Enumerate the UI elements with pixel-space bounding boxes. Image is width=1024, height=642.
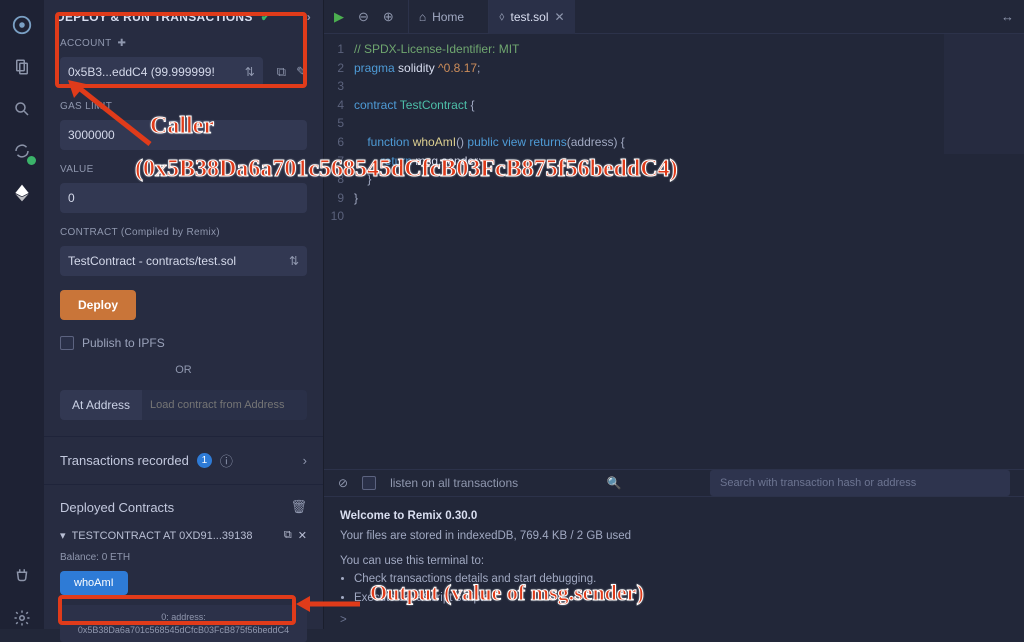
panel-title: DEPLOY & RUN TRANSACTIONS [56, 10, 253, 24]
contract-select[interactable]: TestContract - contracts/test.sol ⇅ [60, 246, 307, 276]
no-bug-icon[interactable]: ⊘ [338, 476, 348, 490]
tab-home[interactable]: ⌂ Home [408, 0, 474, 34]
account-select[interactable]: 0x5B3...eddC4 (99.999999! ⇅ [60, 57, 263, 87]
deployed-contract-name: TESTCONTRACT AT 0XD91...39138 [72, 530, 253, 542]
search-icon[interactable]: 🔍 [607, 476, 622, 490]
tab-file-label: test.sol [510, 10, 548, 24]
file-explorer-icon[interactable] [11, 56, 33, 78]
account-label: ACCOUNT [60, 38, 112, 49]
run-icon[interactable]: ▶ [334, 9, 344, 25]
function-output: 0: address: 0x5B38Da6a701c568545dCfcB03F… [60, 605, 307, 642]
trash-icon[interactable]: 🗑 [290, 499, 307, 515]
solidity-icon: ⬨ [499, 9, 504, 24]
value-label: VALUE [60, 164, 307, 175]
chevron-updown-icon: ⇅ [245, 65, 255, 79]
info-icon[interactable]: ⓘ [220, 451, 233, 470]
code-editor[interactable]: 12345678910 // SPDX-License-Identifier: … [324, 34, 1024, 469]
chevron-right-icon[interactable]: › [307, 10, 311, 24]
edit-icon[interactable]: ✎ [296, 64, 307, 80]
listen-checkbox[interactable] [362, 476, 376, 490]
gaslimit-label: GAS LIMIT [60, 101, 307, 112]
terminal-storage: Your files are stored in indexedDB, 769.… [340, 527, 1008, 545]
check-icon: ✔ [261, 10, 271, 24]
copy-icon[interactable]: ⧉ [284, 529, 292, 542]
zoom-in-icon[interactable]: ⊕ [383, 9, 394, 25]
whoami-button[interactable]: whoAmI [60, 571, 128, 595]
tab-home-label: Home [432, 10, 464, 24]
plugin-icon[interactable] [11, 565, 33, 587]
terminal[interactable]: Welcome to Remix 0.30.0 Your files are s… [324, 497, 1024, 639]
gaslimit-value: 3000000 [68, 128, 115, 142]
compiler-icon[interactable] [11, 140, 33, 162]
contract-balance: Balance: 0 ETH [60, 552, 307, 563]
at-address-input[interactable] [142, 390, 307, 420]
tx-count-badge: 1 [197, 453, 212, 468]
publish-ipfs-checkbox[interactable] [60, 336, 74, 350]
code-content: // SPDX-License-Identifier: MIT pragma s… [354, 40, 1024, 469]
listen-label: listen on all transactions [390, 476, 518, 490]
publish-ipfs-label: Publish to IPFS [82, 336, 165, 350]
chevron-right-icon[interactable]: › [303, 453, 307, 468]
expand-icon[interactable]: ↔ [1001, 9, 1014, 24]
terminal-prompt[interactable]: > [340, 611, 1008, 629]
close-icon[interactable]: ✕ [555, 10, 565, 24]
terminal-hint: You can use this terminal to: [340, 552, 1008, 570]
tx-search-input[interactable]: Search with transaction hash or address [710, 470, 1010, 496]
add-account-icon[interactable]: ✚ [118, 38, 127, 49]
line-gutter: 12345678910 [324, 40, 354, 469]
deploy-button[interactable]: Deploy [60, 290, 136, 320]
search-icon[interactable] [11, 98, 33, 120]
contract-label: CONTRACT (Compiled by Remix) [60, 227, 307, 238]
settings-icon[interactable] [11, 607, 33, 629]
deployed-contracts-label: Deployed Contracts [60, 500, 174, 515]
gaslimit-input[interactable]: 3000000 [60, 120, 307, 150]
account-value: 0x5B3...eddC4 (99.999999! [68, 65, 215, 79]
terminal-bullet: Execute JavaScript scripts. [354, 589, 1008, 607]
terminal-welcome: Welcome to Remix 0.30.0 [340, 507, 1008, 525]
close-icon[interactable]: ✕ [298, 529, 307, 542]
value-value: 0 [68, 191, 75, 205]
copy-icon[interactable]: ⧉ [277, 64, 286, 80]
chevron-updown-icon: ⇅ [289, 254, 299, 268]
tab-file[interactable]: ⬨ test.sol ✕ [488, 0, 574, 34]
contract-value: TestContract - contracts/test.sol [68, 254, 236, 268]
remix-logo-icon[interactable] [11, 14, 33, 36]
terminal-bullet: Check transactions details and start deb… [354, 570, 1008, 588]
value-input[interactable]: 0 [60, 183, 307, 213]
minimap[interactable] [944, 34, 1024, 154]
home-icon: ⌂ [419, 10, 426, 24]
deploy-icon[interactable] [11, 182, 33, 204]
at-address-button[interactable]: At Address [60, 390, 142, 420]
tx-recorded-label: Transactions recorded [60, 453, 189, 468]
zoom-out-icon[interactable]: ⊖ [358, 9, 369, 25]
chevron-down-icon[interactable]: ▾ [60, 529, 66, 542]
or-divider: OR [60, 364, 307, 376]
